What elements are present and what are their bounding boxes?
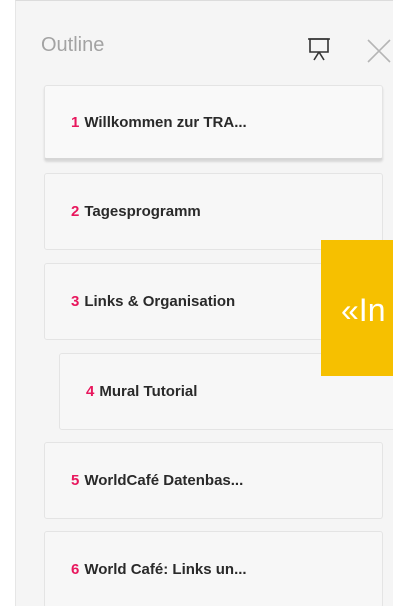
close-icon[interactable] — [366, 38, 392, 64]
outline-item-label: World Café: Links un... — [84, 561, 247, 578]
outline-item-label: Tagesprogramm — [84, 203, 201, 220]
outline-item-number: 4 — [86, 383, 95, 400]
outline-item-label: WorldCafé Datenbas... — [84, 472, 244, 489]
outline-item-number: 1 — [71, 113, 80, 131]
outline-item-2[interactable]: 2 Tagesprogramm — [44, 173, 383, 250]
presentation-icon[interactable] — [307, 36, 331, 62]
outline-item-1[interactable]: 1 Willkommen zur TRA... — [44, 85, 383, 160]
outline-item-5[interactable]: 5 WorldCafé Datenbas... — [44, 442, 383, 519]
outline-item-number: 6 — [71, 561, 80, 578]
outline-item-number: 3 — [71, 293, 80, 310]
slide-preview-overlay: «In — [321, 240, 393, 376]
outline-item-label: Links & Organisation — [84, 293, 236, 310]
outline-item-label: Willkommen zur TRA... — [84, 113, 247, 131]
outline-item-label: Mural Tutorial — [99, 383, 198, 400]
outline-item-6[interactable]: 6 World Café: Links un... — [44, 531, 383, 606]
outline-title: Outline — [41, 34, 105, 56]
outline-item-number: 5 — [71, 472, 80, 489]
outline-item-number: 2 — [71, 203, 80, 220]
